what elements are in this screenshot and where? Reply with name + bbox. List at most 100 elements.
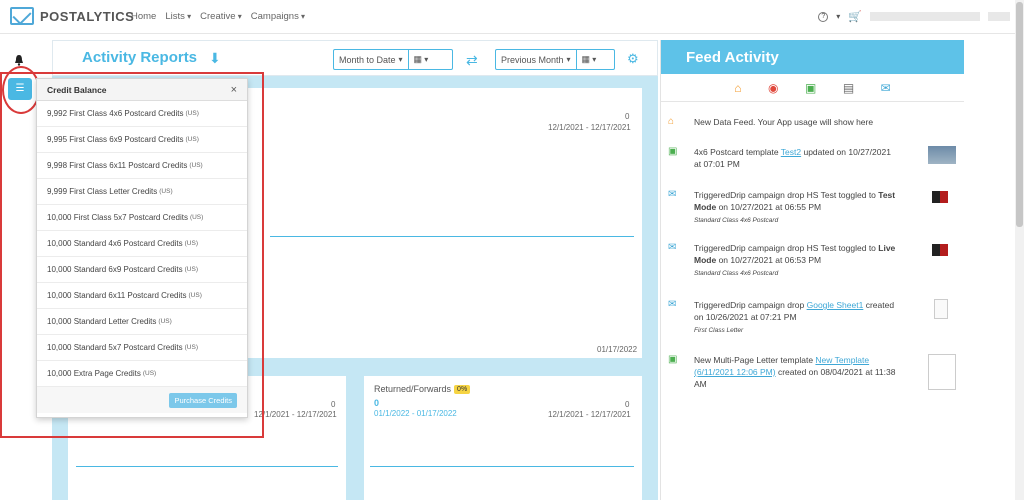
credit-popup-header: Credit Balance × xyxy=(37,79,247,101)
bottom-left-range: 12/1/2021 - 12/17/2021 xyxy=(254,410,337,419)
returned-chart-line xyxy=(370,466,634,467)
feed-item-thumbnail[interactable] xyxy=(934,299,948,319)
credit-region: (US) xyxy=(189,214,204,221)
credit-balance-button[interactable]: ☰ xyxy=(8,78,32,100)
feed-item-thumbnail[interactable] xyxy=(932,191,948,203)
brand-logo[interactable]: POSTALYTICS xyxy=(10,7,134,25)
credit-region: (US) xyxy=(142,370,157,377)
feed-title: Feed Activity xyxy=(661,40,964,74)
sliders-filter-icon[interactable]: ⚙ xyxy=(627,51,639,67)
user-icon[interactable]: ◉ xyxy=(768,81,778,95)
cart-icon[interactable]: 🛒 xyxy=(848,10,862,23)
returned-count: 0 xyxy=(374,398,380,408)
credit-row: 10,000 Standard 6x9 Postcard Credits (US) xyxy=(37,257,247,283)
credit-label: 9,992 First Class 4x6 Postcard Credits xyxy=(47,109,184,118)
home-icon: ⌂ xyxy=(668,116,675,127)
envelope-icon: ✉ xyxy=(668,242,677,253)
compare-range-value[interactable]: Previous Month xyxy=(496,50,577,69)
envelope-icon[interactable]: ✉ xyxy=(881,81,891,95)
calendar-icon[interactable]: ▦ xyxy=(409,54,434,65)
top-card-count: 0 xyxy=(625,112,630,121)
menu-home[interactable]: Home xyxy=(131,11,156,22)
credit-list: 9,992 First Class 4x6 Postcard Credits (U… xyxy=(37,101,247,387)
feed-item-link[interactable]: Google Sheet1 xyxy=(807,300,864,310)
credit-row: 9,995 First Class 6x9 Postcard Credits (U… xyxy=(37,127,247,153)
image-icon[interactable]: ▣ xyxy=(805,81,816,95)
image-icon: ▣ xyxy=(668,354,678,365)
close-icon[interactable]: × xyxy=(231,84,237,96)
credit-region: (US) xyxy=(184,344,198,351)
credit-region: (US) xyxy=(184,266,198,273)
credit-row: 10,000 Standard Letter Credits (US) xyxy=(37,309,247,335)
date-range-value[interactable]: Month to Date xyxy=(334,50,409,69)
feed-item-thumbnail[interactable] xyxy=(928,354,956,390)
envelope-logo-icon xyxy=(10,7,34,25)
compare-calendar-icon[interactable]: ▦ xyxy=(577,54,602,65)
returned-forwards-label: Returned/Forwards xyxy=(374,384,452,394)
credit-label: 10,000 Standard 5x7 Postcard Credits xyxy=(47,343,183,352)
credit-region: (US) xyxy=(185,136,199,143)
feed-item-subtitle: First Class Letter xyxy=(694,327,744,334)
page-scrollbar[interactable] xyxy=(1015,0,1024,500)
page-title: Activity Reports xyxy=(82,49,198,66)
feed-item-link[interactable]: New Template (6/11/2021 12:06 PM) xyxy=(694,355,869,377)
feed-item-thumbnail[interactable] xyxy=(932,244,948,256)
purchase-credits-button[interactable]: Purchase Credits xyxy=(169,392,237,408)
compare-range-select[interactable]: Previous Month ▦ xyxy=(495,49,615,70)
feed-item-thumbnail[interactable] xyxy=(928,146,956,164)
feed-item-text: TriggeredDrip campaign drop Google Sheet… xyxy=(694,299,900,337)
credit-region: (US) xyxy=(158,318,172,325)
contact-card-icon[interactable]: ▤ xyxy=(843,81,854,95)
feed-item: ✉ TriggeredDrip campaign drop Google Shee… xyxy=(668,299,956,337)
menu-lists[interactable]: Lists xyxy=(165,11,191,22)
help-icon[interactable]: ? xyxy=(818,11,829,22)
swap-arrows-icon[interactable]: ⇄ xyxy=(466,52,478,69)
help-dropdown-caret-icon[interactable]: ▾ xyxy=(836,12,840,21)
credit-row: 10,000 Extra Page Credits (US) xyxy=(37,361,247,387)
feed-item-mode: Test Mode xyxy=(694,190,896,212)
credit-row: 9,999 First Class Letter Credits (US) xyxy=(37,179,247,205)
database-icon: ☰ xyxy=(15,83,25,94)
date-range-select[interactable]: Month to Date ▦ xyxy=(333,49,453,70)
returned-prev-count: 0 xyxy=(625,400,630,409)
menu-creative[interactable]: Creative xyxy=(200,11,242,22)
credit-row: 10,000 First Class 5x7 Postcard Credits(… xyxy=(37,205,247,231)
credit-popup-footer: Purchase Credits xyxy=(37,387,247,413)
brand-name: POSTALYTICS xyxy=(40,8,135,24)
credit-row: 10,000 Standard 6x11 Postcard Credits (US… xyxy=(37,283,247,309)
home-icon[interactable]: ⌂ xyxy=(734,81,741,95)
credit-region: (US) xyxy=(184,240,198,247)
image-icon: ▣ xyxy=(668,146,678,157)
top-card-range: 12/1/2021 - 12/17/2021 xyxy=(548,123,631,132)
returned-prev-range: 12/1/2021 - 12/17/2021 xyxy=(548,410,631,419)
credit-label: 10,000 First Class 5x7 Postcard Credits xyxy=(47,213,188,222)
feed-item: ✉ TriggeredDrip campaign drop HS Test tog… xyxy=(668,189,956,227)
credit-row: 9,992 First Class 4x6 Postcard Credits (U… xyxy=(37,101,247,127)
feed-item-link[interactable]: Test2 xyxy=(781,147,801,157)
top-navbar: POSTALYTICS Home Lists Creative Campaign… xyxy=(0,0,1024,34)
credit-balance-popup: Credit Balance × 9,992 First Class 4x6 P… xyxy=(36,78,248,418)
menu-campaigns[interactable]: Campaigns xyxy=(251,11,305,22)
top-card-chart-line xyxy=(270,236,634,237)
download-icon[interactable]: ⬇ xyxy=(209,50,221,67)
top-right-controls: ? ▾ 🛒 xyxy=(818,10,1010,23)
credit-region: (US) xyxy=(185,110,199,117)
account-avatar-redacted[interactable] xyxy=(988,12,1010,21)
bell-icon[interactable] xyxy=(13,54,25,66)
feed-item-text: TriggeredDrip campaign drop HS Test togg… xyxy=(694,242,900,280)
credit-label: 10,000 Standard 6x11 Postcard Credits xyxy=(47,291,187,300)
credit-region: (US) xyxy=(188,292,202,299)
feed-item-text: New Data Feed. Your App usage will show … xyxy=(694,117,874,127)
envelope-icon: ✉ xyxy=(668,189,677,200)
returned-percent-badge: 0% xyxy=(454,384,471,394)
feed-item: ⌂ New Data Feed. Your App usage will show… xyxy=(668,116,956,128)
bottom-left-chart-line xyxy=(76,466,338,467)
envelope-icon: ✉ xyxy=(668,299,677,310)
feed-item-subtitle: Standard Class 4x6 Postcard xyxy=(694,270,779,277)
scrollbar-thumb[interactable] xyxy=(1016,2,1023,227)
credit-label: 10,000 Extra Page Credits xyxy=(47,369,141,378)
feed-item-text: New Multi-Page Letter template New Templ… xyxy=(694,355,896,389)
credit-label: 10,000 Standard Letter Credits xyxy=(47,317,157,326)
feed-item-subtitle: Standard Class 4x6 Postcard xyxy=(694,217,779,224)
returned-forwards-card xyxy=(364,376,642,500)
